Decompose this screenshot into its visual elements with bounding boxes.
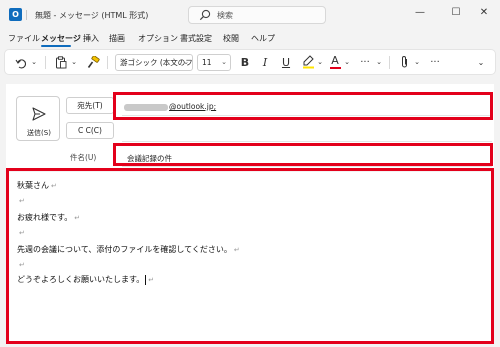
title-divider — [26, 10, 27, 20]
chevron-down-icon: ⌄ — [183, 58, 189, 66]
font-size-value: 11 — [202, 58, 212, 67]
highlight-dropdown-chevron-icon[interactable]: ⌄ — [316, 54, 324, 71]
search-placeholder: 検索 — [217, 11, 233, 20]
menu-review[interactable]: 校閲 — [223, 33, 239, 44]
menu-draw[interactable]: 描画 — [109, 33, 125, 44]
bold-button[interactable]: B — [237, 54, 253, 71]
menu-insert[interactable]: 挿入 — [83, 33, 99, 44]
menu-format[interactable]: 書式設定 — [180, 33, 212, 44]
menu-file[interactable]: ファイル — [8, 33, 40, 44]
subject-field-underline — [122, 166, 492, 167]
undo-button[interactable] — [13, 54, 29, 71]
font-color-button[interactable]: A — [327, 54, 343, 71]
paste-dropdown-chevron-icon[interactable]: ⌄ — [69, 54, 79, 71]
menu-options[interactable]: オプション — [138, 33, 178, 44]
font-size-dropdown[interactable]: 11 ⌄ — [197, 54, 231, 71]
clipboard-icon — [56, 56, 67, 69]
search-box[interactable]: 検索 — [188, 6, 326, 24]
font-name-value: 游ゴシック (本文のフォ — [120, 58, 193, 67]
underline-button[interactable]: U — [278, 54, 294, 71]
minimize-button[interactable]: — — [404, 0, 436, 26]
font-color-letter: A — [331, 54, 339, 67]
toolbar-divider — [389, 56, 390, 69]
menu-bar: ファイル メッセージ 挿入 描画 オプション 書式設定 校閲 ヘルプ — [0, 31, 500, 47]
to-button[interactable]: 宛先(T) — [66, 97, 114, 114]
send-button[interactable]: 送信(S) — [16, 96, 60, 141]
collapse-ribbon-chevron-icon[interactable]: ⌄ — [473, 54, 489, 71]
paperclip-icon — [402, 56, 407, 68]
undo-dropdown-chevron-icon[interactable]: ⌄ — [29, 54, 39, 71]
italic-button[interactable]: I — [257, 54, 273, 71]
highlighter-icon — [302, 55, 314, 69]
font-color-swatch — [329, 67, 341, 69]
to-field-highlight-box — [113, 92, 493, 120]
cc-button[interactable]: C C(C) — [66, 122, 114, 139]
undo-icon — [15, 59, 26, 69]
message-body-highlight-box — [6, 168, 494, 344]
format-painter-button[interactable] — [85, 54, 101, 71]
menu-help[interactable]: ヘルプ — [251, 33, 275, 44]
outlook-logo-icon: O — [9, 8, 22, 21]
close-button[interactable]: ✕ — [468, 0, 500, 26]
menu-message[interactable]: メッセージ — [41, 33, 81, 44]
attach-dropdown-chevron-icon[interactable]: ⌄ — [413, 54, 421, 71]
format-painter-icon — [87, 55, 100, 68]
more-options-button[interactable]: ··· — [427, 54, 443, 71]
subject-label: 件名(U) — [70, 153, 97, 162]
active-tab-indicator — [41, 45, 71, 47]
window-title: 無題 - メッセージ (HTML 形式) — [35, 11, 149, 20]
cc-field-underline — [122, 141, 492, 142]
send-label: 送信(S) — [27, 129, 51, 137]
more-formatting-chevron-icon[interactable]: ⌄ — [375, 54, 383, 71]
font-color-dropdown-chevron-icon[interactable]: ⌄ — [343, 54, 351, 71]
search-icon — [199, 9, 211, 21]
subject-field-highlight-box — [113, 143, 493, 166]
more-formatting-button[interactable]: ··· — [357, 54, 373, 71]
attach-file-button[interactable] — [397, 54, 413, 71]
ribbon-toolbar: ⌄ ⌄ 游ゴシック (本文のフォ ⌄ 11 ⌄ B I U ⌄ A ⌄ ··· — [4, 49, 496, 75]
toolbar-divider — [45, 56, 46, 69]
chevron-down-icon: ⌄ — [221, 58, 227, 66]
title-bar: O 無題 - メッセージ (HTML 形式) 検索 — ☐ ✕ — [0, 0, 500, 30]
send-icon — [32, 107, 46, 121]
paste-button[interactable] — [53, 54, 69, 71]
toolbar-divider — [107, 56, 108, 69]
font-name-dropdown[interactable]: 游ゴシック (本文のフォ ⌄ — [115, 54, 193, 71]
highlight-button[interactable] — [300, 54, 316, 71]
